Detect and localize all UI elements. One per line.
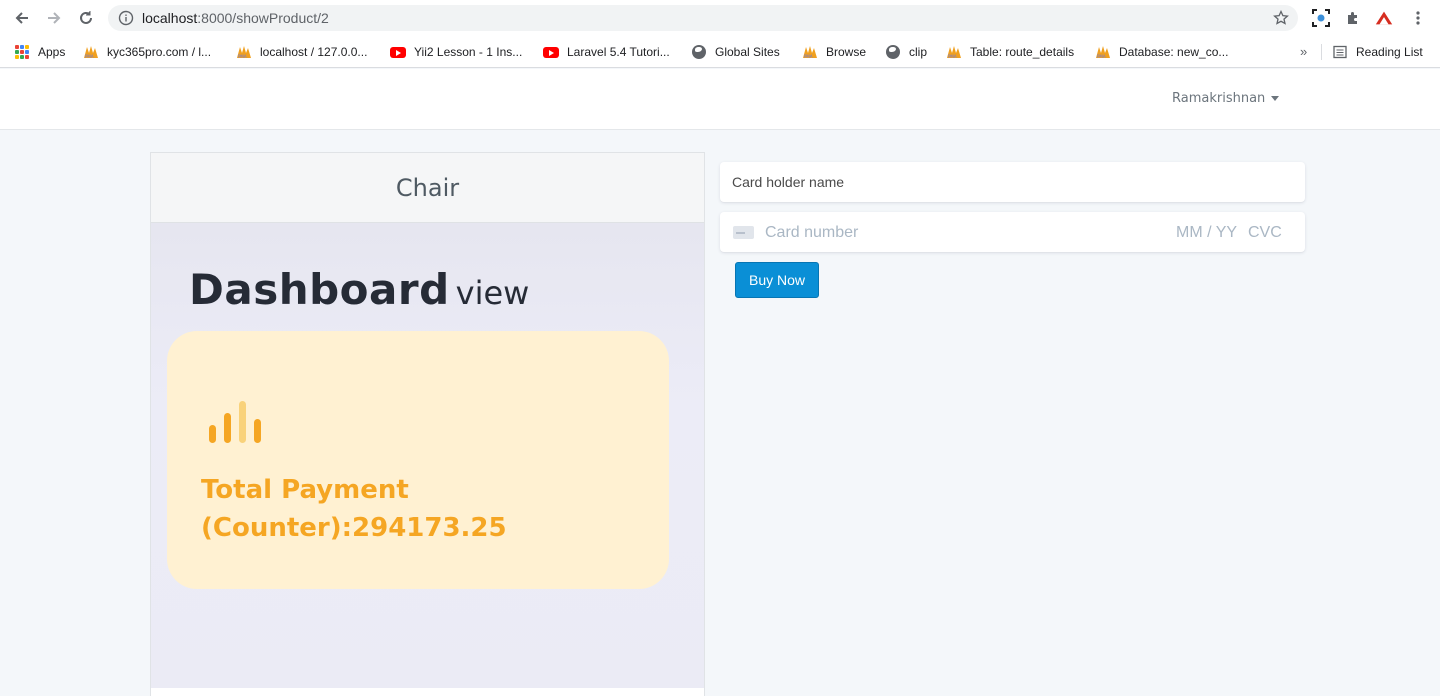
bookmark-label: Apps — [38, 45, 66, 59]
phpmyadmin-icon: PMA — [946, 44, 962, 60]
browser-toolbar: localhost:8000/showProduct/2 — [0, 0, 1440, 36]
youtube-icon — [390, 44, 406, 60]
phpmyadmin-icon: PMA — [1095, 44, 1111, 60]
bookmark-laravel-tutorial[interactable]: Laravel 5.4 Tutori... — [543, 43, 670, 61]
card-cvc-input[interactable]: CVC — [1248, 224, 1282, 242]
payment-summary-card: Total Payment (Counter):294173.25 — [167, 331, 669, 589]
bookmark-label: localhost / 127.0.0... — [260, 45, 368, 59]
globe-icon — [691, 44, 707, 60]
profile-extension-icon[interactable] — [1374, 8, 1394, 28]
card-holder-field[interactable] — [720, 162, 1305, 202]
forward-button[interactable] — [42, 6, 66, 30]
reload-button[interactable] — [74, 6, 98, 30]
credit-card-icon — [733, 226, 754, 239]
user-dropdown[interactable]: Ramakrishnan — [1172, 91, 1280, 106]
info-icon[interactable] — [118, 10, 134, 26]
apps-grid-icon — [14, 44, 30, 60]
bookmark-route-details[interactable]: PMA Table: route_details — [946, 43, 1074, 61]
svg-text:PMA: PMA — [948, 54, 957, 59]
back-button[interactable] — [10, 6, 34, 30]
bookmark-browse[interactable]: PMA Browse — [802, 43, 866, 61]
card-expiry-input[interactable]: MM / YY — [1176, 224, 1237, 242]
bookmark-label: Database: new_co... — [1119, 45, 1229, 59]
youtube-icon — [543, 44, 559, 60]
card-element[interactable]: Card number MM / YY CVC — [720, 212, 1305, 252]
image-heading-bold: Dashboard — [189, 265, 450, 314]
arrow-right-icon — [48, 12, 61, 24]
image-heading: Dashboard view — [189, 265, 529, 314]
bookmarks-bar: Apps PMA kyc365pro.com / l... PMA localh… — [0, 36, 1440, 68]
url-text: localhost:8000/showProduct/2 — [142, 10, 329, 26]
phpmyadmin-icon: PMA — [802, 44, 818, 60]
bookmark-label: Yii2 Lesson - 1 Ins... — [414, 45, 523, 59]
reload-icon — [80, 11, 92, 24]
total-payment-text: Total Payment (Counter):294173.25 — [201, 475, 507, 543]
phpmyadmin-icon: PMA — [236, 44, 252, 60]
bookmark-global-sites[interactable]: Global Sites — [691, 43, 780, 61]
bookmark-database-new-co[interactable]: PMA Database: new_co... — [1095, 43, 1228, 61]
user-name: Ramakrishnan — [1172, 91, 1266, 106]
bookmark-localhost[interactable]: PMA localhost / 127.0.0... — [236, 43, 367, 61]
url-path: :8000/showProduct/2 — [197, 10, 329, 26]
bar-chart-icon — [209, 401, 261, 443]
svg-text:PMA: PMA — [238, 54, 247, 59]
phpmyadmin-icon: PMA — [83, 44, 99, 60]
bookmark-label: Global Sites — [715, 45, 780, 59]
card-number-input[interactable]: Card number — [765, 224, 858, 242]
bookmark-star-icon[interactable] — [1272, 9, 1290, 27]
image-heading-light: view — [455, 274, 530, 312]
bookmark-clip[interactable]: clip — [885, 43, 927, 61]
bookmark-label: Table: route_details — [970, 45, 1075, 59]
bookmark-label: Laravel 5.4 Tutori... — [567, 45, 670, 59]
product-image: Dashboard view Total Payment (Counter):29… — [151, 223, 704, 688]
address-bar[interactable]: localhost:8000/showProduct/2 — [108, 5, 1298, 31]
bookmark-label: clip — [909, 45, 928, 59]
screenshot-extension-icon[interactable] — [1311, 8, 1331, 28]
svg-text:PMA: PMA — [1097, 54, 1106, 59]
app-navbar: Ramakrishnan — [0, 69, 1440, 130]
url-host: localhost — [142, 10, 198, 26]
reading-list-button[interactable]: Reading List — [1332, 43, 1423, 61]
card-holder-input[interactable] — [720, 162, 1305, 202]
reading-list-label: Reading List — [1356, 45, 1423, 59]
browser-menu-icon[interactable] — [1408, 8, 1428, 28]
product-card: Chair Dashboard view Total Payment (Count… — [150, 152, 705, 696]
bookmark-kyc365pro[interactable]: PMA kyc365pro.com / l... — [83, 43, 211, 61]
bookmark-label: kyc365pro.com / l... — [107, 45, 212, 59]
bookmarks-overflow-button[interactable]: » — [1300, 44, 1307, 59]
svg-text:PMA: PMA — [85, 54, 94, 59]
reading-list-icon — [1332, 44, 1348, 60]
bookmark-apps[interactable]: Apps — [14, 43, 65, 61]
svg-text:PMA: PMA — [804, 54, 813, 59]
arrow-left-icon — [15, 12, 28, 24]
globe-icon — [885, 44, 901, 60]
bookmark-label: Browse — [826, 45, 867, 59]
bookmarks-divider — [1321, 44, 1322, 60]
product-title: Chair — [151, 153, 704, 223]
buy-now-button[interactable]: Buy Now — [735, 262, 819, 298]
caret-down-icon — [1271, 96, 1280, 101]
puzzle-extensions-icon[interactable] — [1343, 8, 1363, 28]
bookmark-yii2-lesson[interactable]: Yii2 Lesson - 1 Ins... — [390, 43, 522, 61]
